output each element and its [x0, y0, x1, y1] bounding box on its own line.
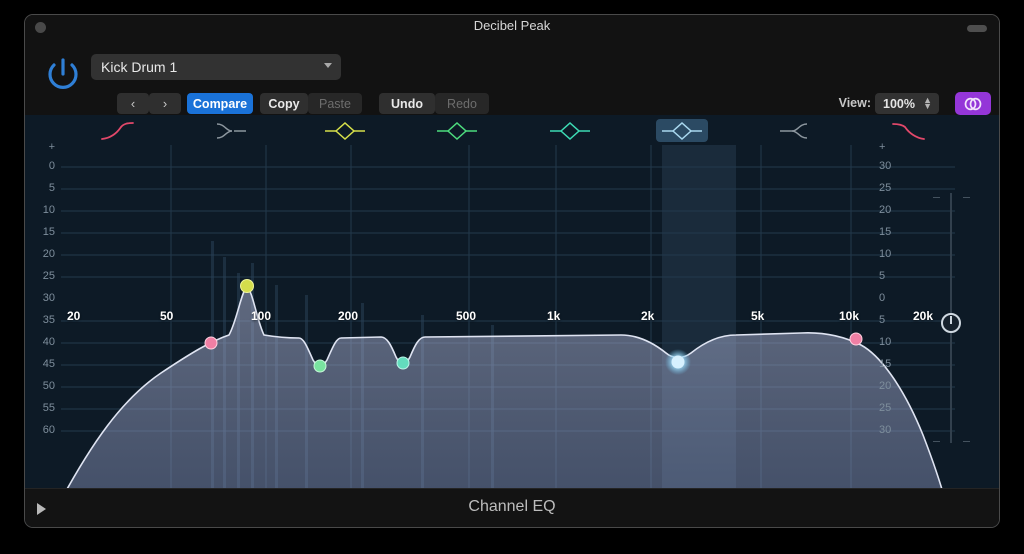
- view-label: View:: [838, 96, 871, 110]
- eq-curve-plot[interactable]: 20 50 100 200 500 1k 2k 5k 10k 20k: [61, 145, 955, 500]
- bell-icon: [325, 121, 365, 140]
- plugin-name-label: Channel EQ: [468, 498, 556, 515]
- axis-left-tick: 10: [42, 204, 55, 216]
- axis-left-tick: 25: [42, 270, 55, 282]
- eq-curve-svg: [61, 145, 955, 500]
- bell-icon: [662, 121, 702, 140]
- band-node-3: [240, 279, 254, 293]
- gain-knob[interactable]: [941, 313, 961, 333]
- axis-left-tick: 0: [48, 160, 55, 172]
- axis-right-tick: 20: [879, 380, 892, 392]
- band-type-strip: [25, 115, 999, 145]
- axis-left-tick: 20: [42, 248, 55, 260]
- band-type-button-8[interactable]: [882, 119, 934, 142]
- axis-left-tick: 55: [42, 402, 55, 414]
- band-node-5: [396, 356, 410, 370]
- power-button[interactable]: [42, 53, 84, 95]
- gain-tick-top-left: [933, 197, 940, 198]
- copy-button[interactable]: Copy: [260, 93, 308, 114]
- lowshelf-icon: [216, 122, 246, 139]
- gain-tick-bottom-right: [963, 441, 970, 442]
- gain-slider[interactable]: [911, 175, 991, 527]
- band-node-1: [204, 336, 218, 350]
- gain-tick-bottom-left: [933, 441, 940, 442]
- prev-preset-button[interactable]: ‹: [117, 93, 149, 114]
- bell-icon: [550, 121, 590, 140]
- band-node-8: [849, 332, 863, 346]
- axis-right-tick: 15: [879, 358, 892, 370]
- view-zoom-stepper[interactable]: 100% ▲ ▼: [875, 93, 939, 114]
- chevron-down-icon: [324, 63, 332, 68]
- eq-graph[interactable]: + 0 5 10 15 20 25 30 35 40 45 50 55 60 2…: [25, 141, 999, 500]
- band-type-button-1[interactable]: [93, 119, 145, 142]
- power-icon: [48, 58, 78, 89]
- band-node-6: [671, 355, 685, 369]
- freq-tick-label: 5k: [751, 309, 765, 323]
- freq-tick-label: 1k: [547, 309, 561, 323]
- band-type-button-2[interactable]: [206, 119, 258, 142]
- band-node-4: [313, 359, 327, 373]
- highshelf-icon: [780, 122, 808, 139]
- highpass-icon: [101, 121, 134, 140]
- band-type-button-7[interactable]: [769, 119, 821, 142]
- band-type-button-4[interactable]: [431, 119, 483, 142]
- plugin-window: Decibel Peak Kick Drum 1 ‹ › Compare Cop…: [24, 14, 1000, 528]
- freq-tick-label: 2k: [641, 309, 655, 323]
- axis-left: + 0 5 10 15 20 25 30 35 40 45 50 55 60: [25, 141, 61, 500]
- freq-tick-label: 200: [338, 309, 359, 323]
- eq-curve-fill: [61, 288, 945, 500]
- compare-button[interactable]: Compare: [187, 93, 253, 114]
- axis-left-tick: 60: [42, 424, 55, 436]
- bell-icon: [437, 121, 477, 140]
- band-type-button-6[interactable]: [656, 119, 708, 142]
- view-zoom-value: 100%: [883, 96, 915, 111]
- axis-right-tick: 10: [879, 336, 892, 348]
- band-type-button-3[interactable]: [319, 119, 371, 142]
- axis-right-tick: 0: [879, 292, 886, 304]
- axis-right-tick: 30: [879, 424, 892, 436]
- paste-button[interactable]: Paste: [308, 93, 362, 114]
- axis-left-tick: 5: [48, 182, 55, 194]
- axis-left-tick: 15: [42, 226, 55, 238]
- link-button[interactable]: [955, 92, 991, 115]
- window-resize-handle[interactable]: [967, 25, 987, 32]
- axis-right-tick: 15: [879, 226, 892, 238]
- band-type-button-5[interactable]: [544, 119, 596, 142]
- axis-right-tick: 25: [879, 402, 892, 414]
- undo-button[interactable]: Undo: [379, 93, 435, 114]
- screen: Decibel Peak Kick Drum 1 ‹ › Compare Cop…: [0, 0, 1024, 554]
- freq-tick-label: 500: [456, 309, 477, 323]
- next-preset-button[interactable]: ›: [149, 93, 181, 114]
- axis-right-tick: 5: [879, 270, 886, 282]
- axis-right-tick: +: [879, 141, 886, 153]
- plugin-footer: Channel EQ: [25, 488, 999, 527]
- freq-tick-label: 100: [251, 309, 272, 323]
- axis-left-tick: +: [48, 141, 55, 153]
- preset-name: Kick Drum 1: [101, 59, 178, 75]
- axis-right-tick: 25: [879, 182, 892, 194]
- link-icon: [964, 97, 982, 110]
- freq-tick-label: 10k: [839, 309, 860, 323]
- titlebar: Decibel Peak: [25, 15, 999, 37]
- axis-left-tick: 50: [42, 380, 55, 392]
- axis-left-tick: 40: [42, 336, 55, 348]
- window-title: Decibel Peak: [473, 18, 551, 33]
- toolbar: Kick Drum 1 ‹ › Compare Copy Paste Undo …: [25, 37, 999, 115]
- axis-right-tick: 10: [879, 248, 892, 260]
- axis-right-tick: 20: [879, 204, 892, 216]
- gain-tick-top-right: [963, 197, 970, 198]
- redo-button[interactable]: Redo: [435, 93, 489, 114]
- axis-right-tick: 5: [879, 314, 886, 326]
- freq-tick-label: 20: [67, 309, 81, 323]
- eq-display: + 0 5 10 15 20 25 30 35 40 45 50 55 60 2…: [25, 115, 999, 500]
- axis-left-tick: 45: [42, 358, 55, 370]
- preset-select[interactable]: Kick Drum 1: [91, 54, 341, 80]
- axis-left-tick: 35: [42, 314, 55, 326]
- axis-left-tick: 30: [42, 292, 55, 304]
- axis-right: + 30 25 20 15 10 5 0 5 10 15 20 25 30: [879, 141, 915, 500]
- lowpass-icon: [892, 122, 925, 140]
- axis-right-tick: 30: [879, 160, 892, 172]
- stepper-arrows-icon: ▲ ▼: [923, 95, 932, 111]
- freq-tick-label: 50: [160, 309, 174, 323]
